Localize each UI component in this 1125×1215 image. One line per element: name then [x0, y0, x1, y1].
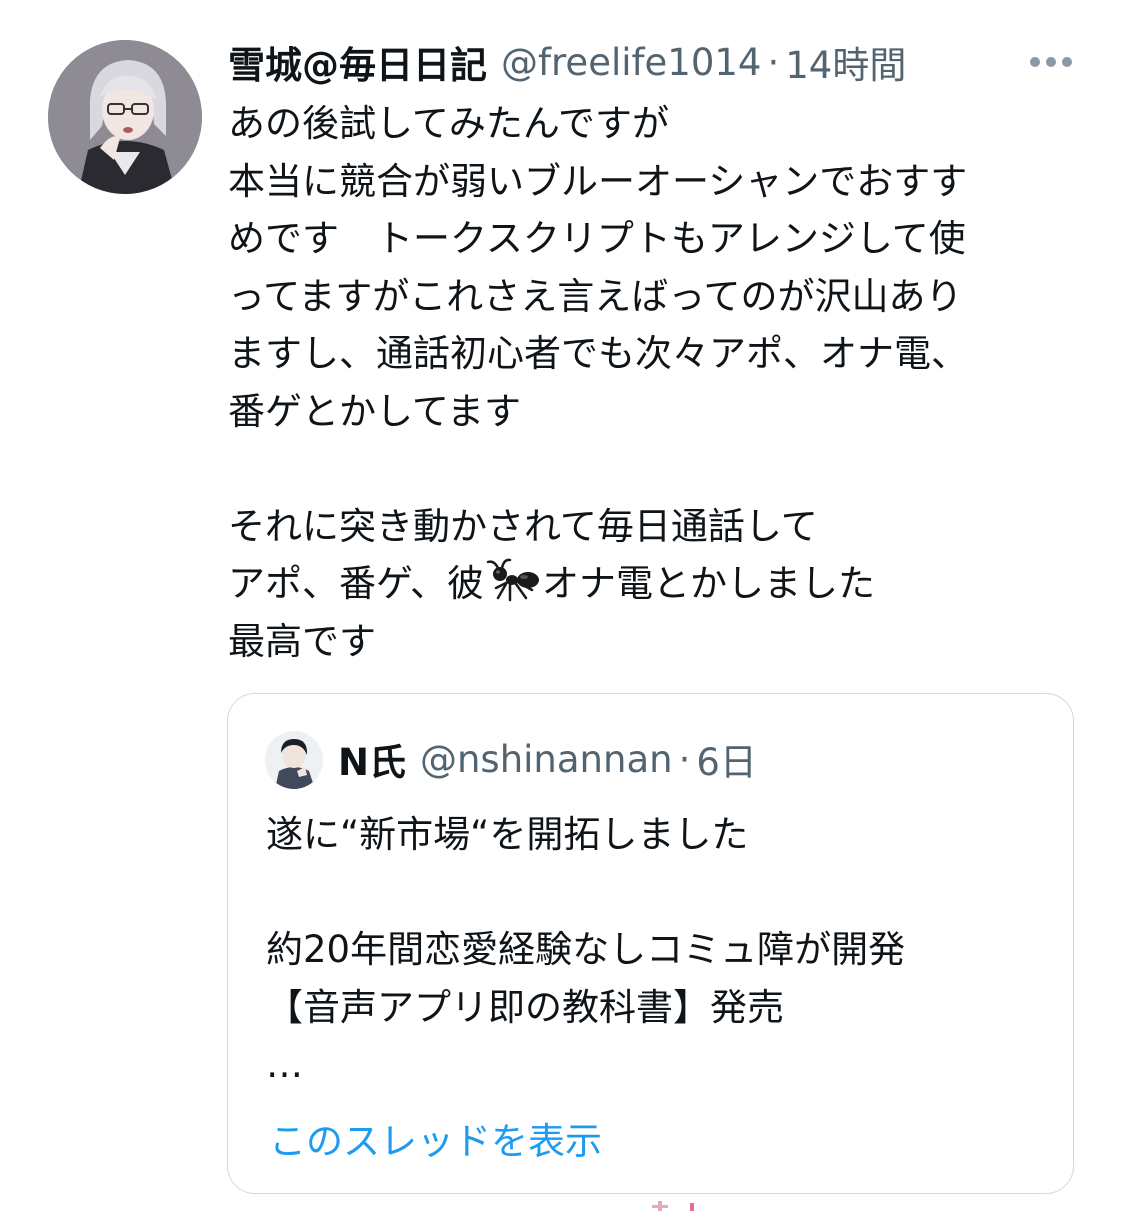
- ant-emoji-icon: [484, 558, 542, 604]
- more-options-button[interactable]: [1028, 52, 1074, 72]
- author-avatar[interactable]: [48, 40, 202, 194]
- quoted-text-line: 約20年間恋愛経験なしコミュ障が開発: [266, 928, 906, 971]
- tweet-text-segment: アポ、番ゲ、彼: [228, 562, 485, 605]
- user-avatar-illustration-icon: [265, 731, 323, 789]
- quoted-tweet-card[interactable]: N氏 @nshinannan · 6日 遂に“新市場“を開拓しました 約20年間…: [227, 693, 1074, 1194]
- quoted-text-blank-line: [266, 864, 1056, 922]
- tweet-text-line-with-emoji: アポ、番ゲ、彼 オナ電とかしました: [228, 555, 1088, 613]
- show-thread-link[interactable]: このスレッドを表示: [269, 1111, 602, 1165]
- tweet-text-line: あの後試してみたんですが: [228, 102, 670, 145]
- quoted-tweet-timestamp[interactable]: 6日: [696, 732, 757, 786]
- tweet-text-line: めです トークスクリプトもアレンジして使: [228, 217, 966, 260]
- quoted-author-display-name[interactable]: N氏: [338, 732, 406, 786]
- quoted-author-avatar[interactable]: [265, 731, 323, 789]
- quoted-text-line: 【音声アプリ即の教科書】発売: [266, 985, 784, 1029]
- quoted-text-line: 遂に“新市場“を開拓しました: [266, 813, 749, 856]
- tweet-text-segment: オナ電とかしました: [542, 562, 876, 605]
- separator-dot: ·: [678, 737, 691, 781]
- separator-dot: ·: [767, 40, 780, 84]
- tweet-text-blank-line: [228, 440, 1088, 498]
- more-horizontal-icon: [1030, 57, 1072, 67]
- author-handle[interactable]: @freelife1014: [501, 41, 761, 84]
- tweet-text-line: ますし、通話初心者でも次々アポ、オナ電、: [228, 332, 968, 375]
- author-display-name[interactable]: 雪城@毎日日記: [228, 35, 487, 89]
- tweet-text-line: 本当に競合が弱いブルーオーシャンでおすす: [228, 159, 968, 203]
- tweet-text-line: 番ゲとかしてます: [228, 389, 522, 433]
- tweet-timestamp[interactable]: 14時間: [785, 35, 906, 89]
- tweet-header: 雪城@毎日日記 @freelife1014 · 14時間: [228, 34, 906, 90]
- quoted-tweet-header: N氏 @nshinannan · 6日: [338, 732, 757, 786]
- user-avatar-icon: [48, 40, 202, 194]
- tweet-text-line: 最高です: [228, 619, 376, 663]
- quoted-tweet-text: 遂に“新市場“を開拓しました 約20年間恋愛経験なしコミュ障が開発 【音声アプリ…: [266, 806, 1056, 1094]
- tweet-text-line: ってますがこれさえ言えばってのが沢山あり: [228, 274, 963, 318]
- quoted-author-handle[interactable]: @nshinannan: [420, 738, 673, 781]
- tweet[interactable]: 雪城@毎日日記 @freelife1014 · 14時間 あの後試してみたんです…: [0, 0, 1125, 1211]
- tweet-text-line: それに突き動かされて毎日通話して: [228, 504, 818, 548]
- partial-pink-glyph: [650, 1196, 720, 1211]
- quoted-text-ellipsis: …: [266, 1043, 303, 1086]
- tweet-text: あの後試してみたんですが 本当に競合が弱いブルーオーシャンでおすす めです トー…: [228, 95, 1088, 670]
